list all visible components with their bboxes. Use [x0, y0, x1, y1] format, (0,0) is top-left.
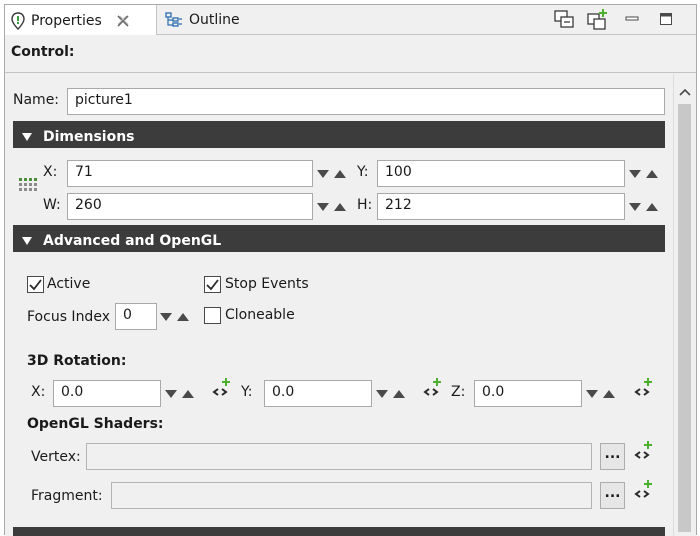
advanced-title: Advanced and OpenGL	[43, 233, 222, 249]
add-link-icon[interactable]	[212, 377, 236, 399]
dim-h-spinner	[627, 193, 659, 220]
focus-index-spinner	[158, 303, 190, 330]
spinner-up-icon[interactable]	[601, 384, 616, 404]
fragment-browse-button[interactable]: ...	[600, 482, 625, 509]
tab-properties[interactable]: Properties	[5, 5, 157, 36]
vertex-label: Vertex:	[31, 449, 81, 465]
rot-x-label: X:	[31, 384, 46, 400]
properties-content: Name: picture1 Dimensions X: 71 Y: 100 W…	[5, 74, 673, 536]
spinner-down-icon[interactable]	[627, 197, 642, 217]
focus-index-label: Focus Index	[27, 309, 110, 325]
dim-w-label: W:	[43, 197, 61, 213]
stop-events-label: Stop Events	[225, 276, 309, 292]
vertex-field[interactable]	[86, 443, 592, 470]
add-link-icon[interactable]	[634, 377, 658, 399]
focus-index-field[interactable]: 0	[115, 303, 157, 330]
add-link-icon[interactable]	[634, 479, 658, 501]
spinner-down-icon[interactable]	[374, 384, 389, 404]
checkmark-icon	[29, 279, 42, 291]
rot-z-label: Z:	[451, 384, 466, 400]
rot-z-spinner	[584, 380, 616, 407]
tab-properties-label: Properties	[31, 12, 102, 29]
dim-y-field[interactable]: 100	[377, 160, 625, 187]
spinner-down-icon[interactable]	[584, 384, 599, 404]
collapse-triangle-icon	[21, 132, 33, 142]
spinner-down-icon[interactable]	[315, 197, 330, 217]
outline-icon	[165, 12, 183, 28]
spinner-up-icon[interactable]	[644, 197, 659, 217]
spinner-up-icon[interactable]	[175, 307, 190, 327]
advanced-section-header[interactable]: Advanced and OpenGL	[13, 225, 665, 252]
vertical-scrollbar[interactable]	[673, 74, 696, 536]
dim-x-field[interactable]: 71	[67, 160, 313, 187]
dimensions-section-header[interactable]: Dimensions	[13, 121, 665, 148]
rot-x-spinner	[163, 380, 195, 407]
cloneable-label: Cloneable	[225, 307, 295, 323]
rot-x-field[interactable]: 0.0	[53, 380, 161, 407]
grid-icon	[18, 177, 38, 195]
dim-h-label: H:	[357, 197, 373, 213]
tab-outline-label: Outline	[189, 12, 240, 28]
spinner-up-icon[interactable]	[332, 197, 347, 217]
spinner-down-icon[interactable]	[627, 164, 642, 184]
properties-icon	[11, 11, 25, 30]
spinner-up-icon[interactable]	[180, 384, 195, 404]
checkmark-icon	[206, 279, 219, 291]
spinner-down-icon[interactable]	[158, 307, 173, 327]
dim-y-label: Y:	[357, 164, 369, 180]
tab-outline[interactable]: Outline	[165, 5, 245, 35]
shaders-title: OpenGL Shaders:	[27, 416, 164, 432]
dimensions-title: Dimensions	[43, 129, 135, 145]
vertex-browse-button[interactable]: ...	[600, 443, 625, 470]
add-link-icon[interactable]	[423, 377, 447, 399]
spinner-up-icon[interactable]	[332, 164, 347, 184]
dim-y-spinner	[627, 160, 659, 187]
scrollbar-thumb[interactable]	[678, 104, 691, 532]
rot-y-spinner	[374, 380, 406, 407]
active-label: Active	[47, 276, 91, 292]
rotation-title: 3D Rotation:	[27, 353, 127, 369]
dim-w-spinner	[315, 193, 347, 220]
spinner-down-icon[interactable]	[163, 384, 178, 404]
stop-events-checkbox[interactable]	[204, 276, 221, 293]
properties-view: Properties Outline Control: Name: pictur…	[4, 4, 697, 536]
dim-h-field[interactable]: 212	[377, 193, 625, 220]
rot-z-field[interactable]: 0.0	[474, 380, 582, 407]
view-menu-icon[interactable]	[552, 8, 576, 30]
scroll-up-icon[interactable]	[679, 88, 691, 96]
add-link-icon[interactable]	[634, 440, 658, 462]
rot-y-field[interactable]: 0.0	[264, 380, 372, 407]
spinner-up-icon[interactable]	[644, 164, 659, 184]
dim-x-label: X:	[43, 164, 58, 180]
collapse-triangle-icon	[21, 236, 33, 246]
view-toolbar	[552, 8, 678, 30]
name-field[interactable]: picture1	[67, 88, 665, 115]
dim-w-field[interactable]: 260	[67, 193, 313, 220]
close-icon[interactable]	[116, 14, 130, 28]
fragment-label: Fragment:	[31, 488, 103, 504]
fragment-field[interactable]	[111, 482, 592, 509]
dim-x-spinner	[315, 160, 347, 187]
spinner-up-icon[interactable]	[391, 384, 406, 404]
minimize-icon[interactable]	[620, 8, 644, 30]
active-checkbox[interactable]	[27, 276, 44, 293]
new-view-icon[interactable]	[586, 8, 610, 30]
spinner-down-icon[interactable]	[315, 164, 330, 184]
rot-y-label: Y:	[241, 384, 253, 400]
name-label: Name:	[13, 92, 60, 108]
cloneable-checkbox[interactable]	[204, 307, 221, 324]
tab-strip: Properties Outline	[5, 5, 696, 36]
maximize-icon[interactable]	[654, 8, 678, 30]
control-heading: Control:	[5, 35, 696, 73]
